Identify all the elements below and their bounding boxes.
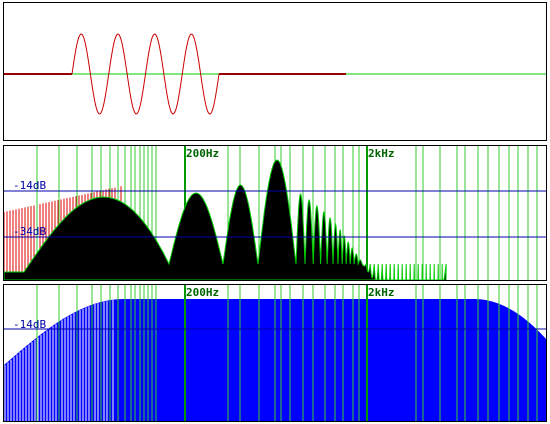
waveform-plot (4, 33, 546, 115)
response-label-2khz: 2kHz (368, 286, 395, 299)
spectrum-label-200hz: 200Hz (186, 147, 220, 160)
spectrum-label-minus14db: -14dB (13, 179, 47, 192)
spectrum-fill (4, 159, 447, 280)
spectrum-label-2khz: 2kHz (368, 147, 395, 160)
response-plot (4, 285, 546, 421)
response-label-200hz: 200Hz (186, 286, 220, 299)
spectrum-panel: 200Hz 2kHz -14dB -34dB (3, 145, 547, 281)
response-panel: 200Hz 2kHz -14dB (3, 284, 547, 422)
response-label-minus14db: -14dB (13, 318, 47, 331)
spectrum-plot (4, 146, 546, 280)
waveform-panel (3, 2, 547, 141)
spectrum-label-minus34db: -34dB (13, 225, 47, 238)
